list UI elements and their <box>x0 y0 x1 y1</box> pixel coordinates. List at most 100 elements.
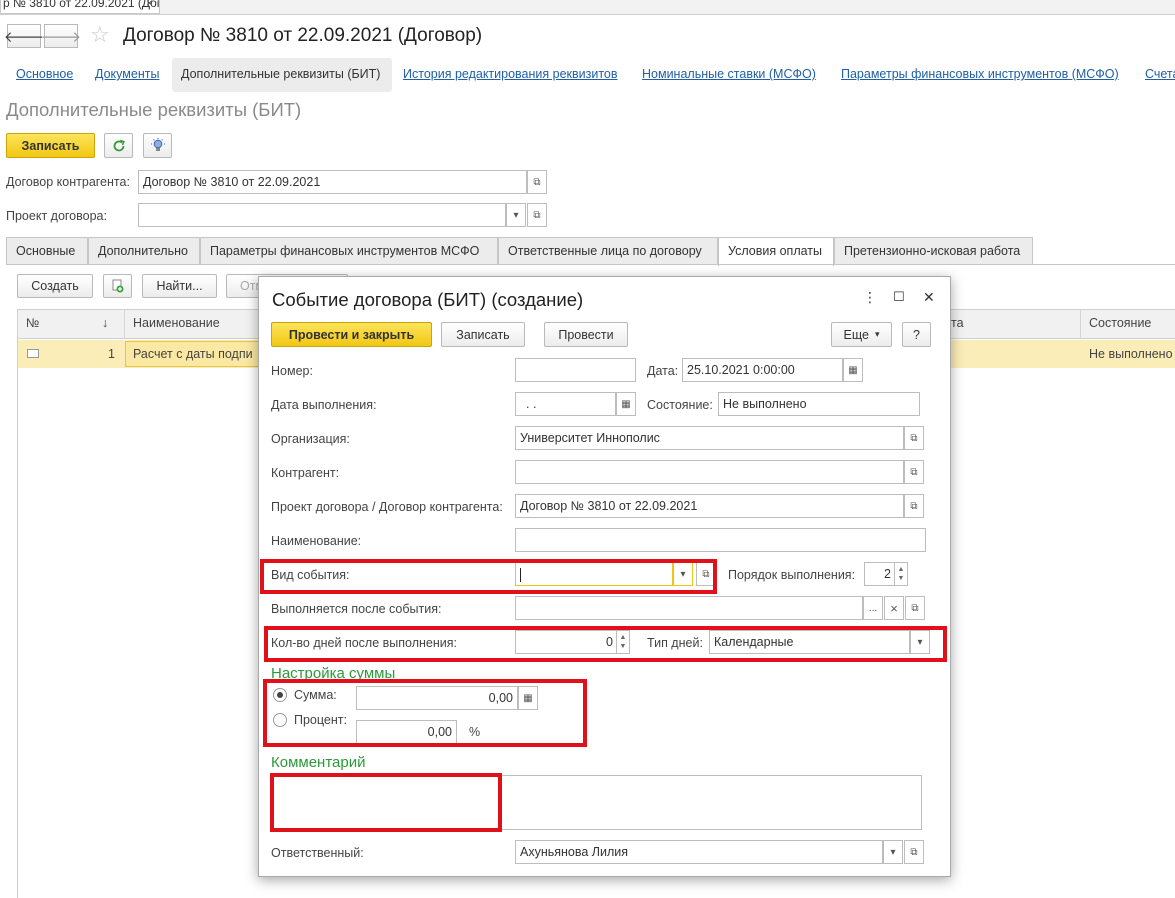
arrow-left-icon: 🡐 <box>3 28 45 46</box>
state-label: Состояние: <box>647 398 713 412</box>
more-actions-icon[interactable]: ⋮ <box>863 289 877 306</box>
page-heading: Дополнительные реквизиты (БИТ) <box>6 99 302 120</box>
tab-main[interactable]: Основные <box>6 237 88 265</box>
calendar-icon: ▦ <box>848 364 858 376</box>
open-dialog-project-button[interactable]: ⧉ <box>904 494 924 518</box>
open-counterparty-button[interactable]: ⧉ <box>904 460 924 484</box>
exec-date-calendar-button[interactable]: ▦ <box>616 392 636 416</box>
order-field[interactable]: 2 <box>864 562 895 586</box>
open-icon: ⧉ <box>533 209 541 221</box>
contract-field[interactable]: Договор № 3810 от 22.09.2021 <box>138 170 527 194</box>
dialog-project-label: Проект договора / Договор контрагента: <box>271 500 503 514</box>
section-link-accounts[interactable]: Счета <box>1145 67 1175 81</box>
after-event-select-button[interactable]: ... <box>863 596 883 620</box>
section-link-extra-props[interactable]: Дополнительные реквизиты (БИТ) <box>172 58 392 92</box>
copy-button[interactable] <box>103 274 132 298</box>
tab-claims[interactable]: Претензионно-исковая работа <box>834 237 1033 265</box>
org-label: Организация: <box>271 432 350 446</box>
after-event-clear-button[interactable]: × <box>884 596 904 620</box>
name-field[interactable] <box>515 528 926 552</box>
create-button[interactable]: Создать <box>17 274 93 298</box>
open-org-button[interactable]: ⧉ <box>904 426 924 450</box>
responsible-label: Ответственный: <box>271 846 364 860</box>
refresh-icon <box>113 139 125 151</box>
col-num[interactable]: № <box>26 316 39 330</box>
highlight-amount <box>263 679 587 747</box>
date-calendar-button[interactable]: ▦ <box>843 358 863 382</box>
refresh-button[interactable] <box>104 133 133 158</box>
after-event-label: Выполняется после события: <box>271 602 442 616</box>
star-icon[interactable]: ☆ <box>90 22 110 48</box>
back-button[interactable]: 🡐 <box>3 24 45 48</box>
contract-label: Договор контрагента: <box>6 175 130 189</box>
section-link-nominal-rates[interactable]: Номинальные ставки (МСФО) <box>642 67 816 81</box>
responsible-field[interactable]: Ахуньянова Лилия <box>515 840 883 864</box>
highlight-comment <box>270 773 502 832</box>
section-link-documents[interactable]: Документы <box>95 67 159 81</box>
chevron-down-icon: ▾ <box>890 846 896 858</box>
section-link-history[interactable]: История редактирования реквизитов <box>403 67 618 81</box>
close-icon[interactable]: ✕ <box>923 289 935 306</box>
dialog-save-button[interactable]: Записать <box>441 322 525 347</box>
copy-add-icon <box>112 279 123 293</box>
highlight-event-type <box>260 559 717 594</box>
maximize-icon[interactable]: ☐ <box>893 289 905 305</box>
state-field: Не выполнено <box>718 392 920 416</box>
open-icon: ⧉ <box>911 602 919 614</box>
section-link-main[interactable]: Основное <box>16 67 73 81</box>
tab-payment-terms[interactable]: Условия оплаты <box>718 237 834 266</box>
open-contract-button[interactable]: ⧉ <box>527 170 547 194</box>
document-title: Договор № 3810 от 22.09.2021 (Договор) <box>123 25 483 46</box>
window-tabstrip <box>0 0 1175 15</box>
exec-date-field[interactable]: . . <box>515 392 616 416</box>
grid-left-border <box>17 309 18 898</box>
tab-responsible[interactable]: Ответственные лица по договору <box>498 237 718 265</box>
org-field[interactable]: Университет Иннополис <box>515 426 904 450</box>
more-label: Еще <box>843 327 869 342</box>
open-responsible-button[interactable]: ⧉ <box>904 840 924 864</box>
col-divider <box>124 310 125 339</box>
number-field[interactable] <box>515 358 636 382</box>
after-event-field[interactable] <box>515 596 863 620</box>
counterparty-field[interactable] <box>515 460 904 484</box>
col-date[interactable]: та <box>951 316 964 330</box>
project-field[interactable] <box>138 203 506 227</box>
order-spinner[interactable]: ▲ ▼ <box>895 562 908 586</box>
hint-button[interactable] <box>143 133 172 158</box>
tab-additional[interactable]: Дополнительно <box>88 237 200 265</box>
save-button[interactable]: Записать <box>6 133 95 158</box>
more-button[interactable]: Еще ▾ <box>831 322 892 347</box>
date-field[interactable]: 25.10.2021 0:00:00 <box>682 358 843 382</box>
col-name[interactable]: Наименование <box>133 316 220 330</box>
tab-fin-params[interactable]: Параметры финансовых инструментов МСФО <box>200 237 498 265</box>
help-button[interactable]: ? <box>902 322 931 347</box>
open-after-event-button[interactable]: ⧉ <box>905 596 925 620</box>
project-label: Проект договора: <box>6 209 107 223</box>
open-icon: ⧉ <box>533 176 541 188</box>
dialog-title: Событие договора (БИТ) (создание) <box>272 289 584 310</box>
responsible-dropdown-button[interactable]: ▾ <box>883 840 903 864</box>
dialog-project-field[interactable]: Договор № 3810 от 22.09.2021 <box>515 494 904 518</box>
counterparty-label: Контрагент: <box>271 466 340 480</box>
spin-down-icon[interactable]: ▼ <box>898 574 905 583</box>
forward-button[interactable]: 🡒 <box>41 24 81 48</box>
document-icon <box>27 349 39 358</box>
open-icon: ⧉ <box>910 846 918 858</box>
post-and-close-button[interactable]: Провести и закрыть <box>271 322 432 347</box>
comment-section-title: Комментарий <box>271 754 366 771</box>
tab-divider <box>6 264 1175 265</box>
post-button[interactable]: Провести <box>544 322 628 347</box>
date-label: Дата: <box>647 364 679 378</box>
open-project-button[interactable]: ⧉ <box>527 203 547 227</box>
find-button[interactable]: Найти... <box>142 274 217 298</box>
order-label: Порядок выполнения: <box>728 568 856 582</box>
section-link-fin-params[interactable]: Параметры финансовых инструментов (МСФО) <box>841 67 1119 81</box>
highlight-days <box>264 626 947 662</box>
col-state[interactable]: Состояние <box>1089 316 1151 330</box>
close-tab-icon[interactable]: × <box>146 0 153 10</box>
project-dropdown-button[interactable]: ▾ <box>506 203 526 227</box>
window-tab-title: р № 3810 от 22.09.2021 (Договор) <box>3 0 160 10</box>
window-tab[interactable]: р № 3810 от 22.09.2021 (Договор) × <box>0 0 160 14</box>
row-state: Не выполнено <box>1089 347 1173 361</box>
spin-up-icon[interactable]: ▲ <box>898 565 905 574</box>
